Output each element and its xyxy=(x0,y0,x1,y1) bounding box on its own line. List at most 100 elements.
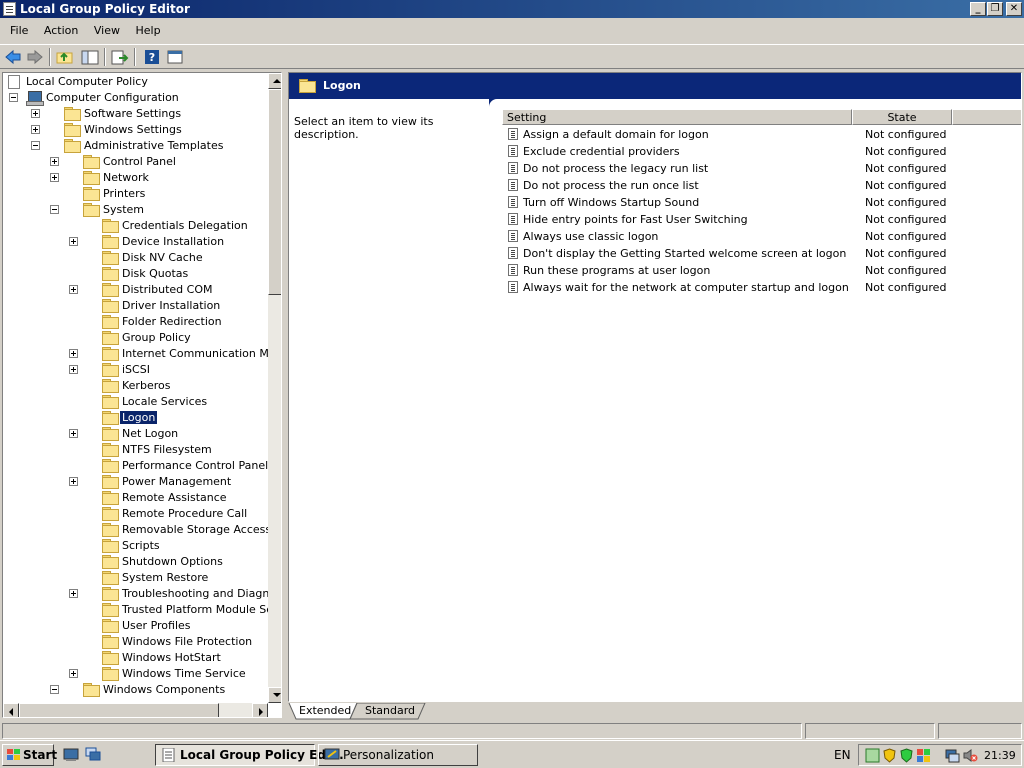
policy-setting-row[interactable]: Do not process the legacy run list Not co… xyxy=(502,160,1021,177)
tab-standard[interactable]: Standard xyxy=(357,703,423,719)
expand-icon[interactable] xyxy=(50,173,59,182)
network-status-icon[interactable] xyxy=(865,748,880,763)
action-center-icon[interactable] xyxy=(899,748,914,763)
collapse-icon[interactable] xyxy=(50,685,59,694)
tree-node[interactable]: Logon xyxy=(3,410,268,426)
tree-node[interactable]: Administrative Templates xyxy=(3,138,268,154)
expand-icon[interactable] xyxy=(69,349,78,358)
taskbar-button-group-policy[interactable]: Local Group Policy Edi... xyxy=(155,744,344,766)
tree-node[interactable]: Trusted Platform Module Services xyxy=(3,602,268,618)
column-header-state[interactable]: State xyxy=(852,109,952,125)
menu-view[interactable]: View xyxy=(88,21,126,40)
tree-node[interactable]: Network xyxy=(3,170,268,186)
tree-node[interactable]: System Restore xyxy=(3,570,268,586)
expand-icon[interactable] xyxy=(69,365,78,374)
show-hide-tree-icon[interactable] xyxy=(80,48,100,66)
tree-node[interactable]: Credentials Delegation xyxy=(3,218,268,234)
column-header-setting[interactable]: Setting xyxy=(502,109,852,125)
close-button[interactable]: ✕ xyxy=(1006,2,1022,16)
tree-node[interactable]: Performance Control Panel xyxy=(3,458,268,474)
scroll-up-button[interactable] xyxy=(268,73,281,89)
tree-node[interactable]: Control Panel xyxy=(3,154,268,170)
tree-node[interactable]: Remote Procedure Call xyxy=(3,506,268,522)
tree-node[interactable]: Folder Redirection xyxy=(3,314,268,330)
up-folder-icon[interactable] xyxy=(55,48,75,66)
help-icon[interactable]: ? xyxy=(142,48,162,66)
tree-node[interactable]: Computer Configuration xyxy=(3,90,268,106)
policy-setting-row[interactable]: Do not process the run once list Not conf… xyxy=(502,177,1021,194)
expand-icon[interactable] xyxy=(69,589,78,598)
policy-setting-row[interactable]: Always use classic logon Not configured xyxy=(502,228,1021,245)
menu-action[interactable]: Action xyxy=(38,21,84,40)
scroll-left-button[interactable] xyxy=(3,703,19,717)
policy-setting-row[interactable]: Don't display the Getting Started welcom… xyxy=(502,245,1021,262)
collapse-icon[interactable] xyxy=(31,141,40,150)
tree-node[interactable]: Windows File Protection xyxy=(3,634,268,650)
tree-node[interactable]: Net Logon xyxy=(3,426,268,442)
start-button[interactable]: Start xyxy=(2,744,57,766)
collapse-icon[interactable] xyxy=(9,93,18,102)
tree-node[interactable]: Driver Installation xyxy=(3,298,268,314)
pane-splitter[interactable] xyxy=(283,72,287,718)
policy-setting-row[interactable]: Assign a default domain for logon Not con… xyxy=(502,126,1021,143)
taskbar-button-personalization[interactable]: Personalization xyxy=(318,744,478,766)
forward-arrow-icon[interactable] xyxy=(25,48,45,66)
tree-node[interactable]: Power Management xyxy=(3,474,268,490)
collapse-icon[interactable] xyxy=(50,205,59,214)
restore-button[interactable]: ❐ xyxy=(987,2,1003,16)
switch-windows-icon[interactable] xyxy=(85,747,101,762)
tree-node[interactable]: Distributed COM xyxy=(3,282,268,298)
tree-node[interactable]: Kerberos xyxy=(3,378,268,394)
tree-node[interactable]: Device Installation xyxy=(3,234,268,250)
tree-node[interactable]: Local Computer Policy xyxy=(3,74,268,90)
tree-node[interactable]: Windows Time Service xyxy=(3,666,268,682)
scroll-down-button[interactable] xyxy=(268,687,281,703)
policy-setting-row[interactable]: Always wait for the network at computer … xyxy=(502,279,1021,296)
tree-node[interactable]: Internet Communication Manageme xyxy=(3,346,268,362)
expand-icon[interactable] xyxy=(69,285,78,294)
tree-node[interactable]: Scripts xyxy=(3,538,268,554)
tree-node[interactable]: Disk Quotas xyxy=(3,266,268,282)
expand-icon[interactable] xyxy=(69,429,78,438)
show-desktop-icon[interactable] xyxy=(63,747,79,762)
expand-icon[interactable] xyxy=(31,109,40,118)
tree-node[interactable]: Windows Components xyxy=(3,682,268,698)
security-shield-icon[interactable] xyxy=(882,748,897,763)
update-icon[interactable] xyxy=(916,748,931,763)
tree-node[interactable]: Troubleshooting and Diagnostics xyxy=(3,586,268,602)
tree-node[interactable]: Shutdown Options xyxy=(3,554,268,570)
expand-icon[interactable] xyxy=(69,477,78,486)
tree-node[interactable]: Removable Storage Access xyxy=(3,522,268,538)
menu-help[interactable]: Help xyxy=(129,21,166,40)
tree-node[interactable]: Group Policy xyxy=(3,330,268,346)
tree-node[interactable]: Printers xyxy=(3,186,268,202)
scroll-right-button[interactable] xyxy=(252,703,268,717)
back-arrow-icon[interactable] xyxy=(3,48,23,66)
tree-node[interactable]: Windows HotStart xyxy=(3,650,268,666)
properties-icon[interactable] xyxy=(165,48,185,66)
volume-muted-icon[interactable] xyxy=(963,748,978,763)
title-bar[interactable]: Local Group Policy Editor _ ❐ ✕ xyxy=(0,0,1024,18)
tree-node[interactable]: Software Settings xyxy=(3,106,268,122)
menu-file[interactable]: File xyxy=(4,21,34,40)
tree-node[interactable]: iSCSI xyxy=(3,362,268,378)
tree-node[interactable]: Locale Services xyxy=(3,394,268,410)
tree-horizontal-scrollbar[interactable] xyxy=(3,703,268,717)
export-list-icon[interactable] xyxy=(110,48,130,66)
expand-icon[interactable] xyxy=(31,125,40,134)
minimize-button[interactable]: _ xyxy=(970,2,986,16)
tree-node[interactable]: Windows Settings xyxy=(3,122,268,138)
policy-setting-row[interactable]: Hide entry points for Fast User Switchin… xyxy=(502,211,1021,228)
language-indicator[interactable]: EN xyxy=(834,748,851,762)
expand-icon[interactable] xyxy=(69,237,78,246)
tree-node[interactable]: System xyxy=(3,202,268,218)
tree-node[interactable]: Disk NV Cache xyxy=(3,250,268,266)
network-connection-icon[interactable] xyxy=(945,748,960,763)
tree-vertical-scrollbar[interactable] xyxy=(268,73,281,703)
tree-horizontal-scroll-thumb[interactable] xyxy=(19,703,219,717)
tab-extended[interactable]: Extended xyxy=(291,703,359,719)
policy-setting-row[interactable]: Turn off Windows Startup Sound Not config… xyxy=(502,194,1021,211)
tree-node[interactable]: NTFS Filesystem xyxy=(3,442,268,458)
policy-setting-row[interactable]: Run these programs at user logon Not conf… xyxy=(502,262,1021,279)
clock[interactable]: 21:39 xyxy=(984,749,1016,762)
